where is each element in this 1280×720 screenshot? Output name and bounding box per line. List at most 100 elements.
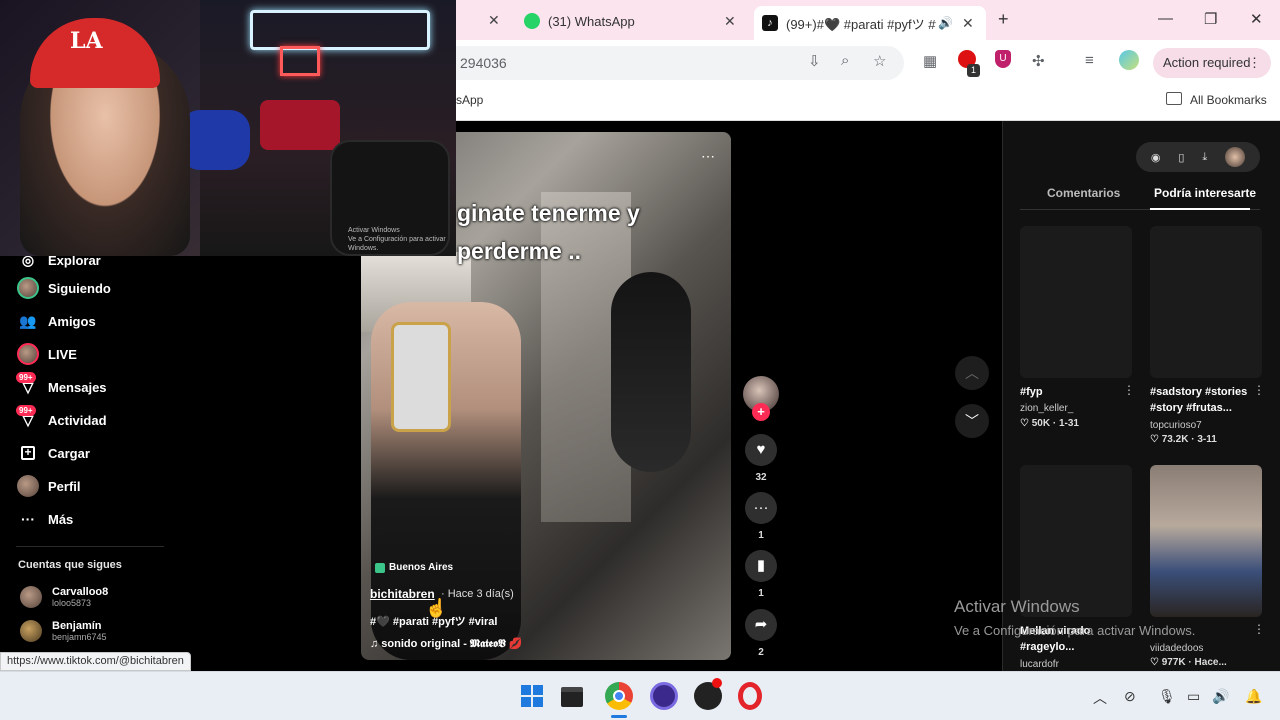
save-action[interactable]: ▮ 1 <box>745 550 777 599</box>
opera-icon[interactable] <box>738 682 762 710</box>
status-bar-url: https://www.tiktok.com/@bichitabren <box>0 652 191 671</box>
heart-icon[interactable]: ♥ <box>745 434 777 466</box>
volume-icon[interactable]: 🔊 <box>1212 688 1229 705</box>
sidebar-item-label: Mensajes <box>48 379 107 395</box>
more-options-icon[interactable]: ⋮ <box>1253 383 1265 397</box>
sidebar-item-mas[interactable]: ··· Más <box>16 507 73 531</box>
more-options-icon[interactable]: ⋮ <box>1253 622 1265 636</box>
sidebar-item-live[interactable]: LIVE <box>16 342 77 366</box>
suggested-video-title[interactable]: #fyp <box>1020 384 1130 400</box>
sidebar-item-label: Más <box>48 511 74 527</box>
red-sofa <box>260 100 340 150</box>
sidebar-item-siguiendo[interactable]: Siguiendo <box>16 276 111 300</box>
suggested-video-thumb[interactable] <box>1020 465 1132 617</box>
sidebar-item-label: Cargar <box>48 445 90 461</box>
more-options-icon[interactable]: ⋯ <box>701 148 715 165</box>
restore-icon[interactable]: ❐ <box>1204 10 1217 28</box>
windows-taskbar: ︿ ⊘ 🎙 ▭ 🔊 🔔 <box>0 671 1280 720</box>
phone-icon[interactable]: ▯ <box>1178 151 1184 164</box>
video-sound[interactable]: ♫ sonido original - 𝕸𝖆𝖙𝖊𝖔𝖁 💋 <box>370 637 523 651</box>
followed-account[interactable]: Carvalloo8 loloo5873 <box>20 586 108 608</box>
sidebar-item-cargar[interactable]: + Cargar <box>16 441 90 465</box>
new-tab-button[interactable]: + <box>998 9 1009 30</box>
share-action[interactable]: ➦ 2 <box>745 609 777 658</box>
location-label: Buenos Aires <box>389 562 454 573</box>
notification-dot <box>712 678 722 688</box>
chevron-down-icon[interactable]: ﹀ <box>955 404 989 438</box>
suggested-video-stats: ♡ 977K · Hace... <box>1150 657 1227 668</box>
more-options-icon[interactable]: ⋮ <box>1123 383 1135 397</box>
chevron-up-icon[interactable]: ︿ <box>1093 688 1107 708</box>
notifications-icon[interactable]: 🔔 <box>1245 688 1262 705</box>
avatar <box>20 620 42 642</box>
windows-activation-title: Activar Windows <box>954 597 1080 616</box>
bookmark-icon[interactable]: ▮ <box>745 550 777 582</box>
reflection-figure <box>611 272 691 472</box>
sidebar-item-mensajes[interactable]: ▽ 99+ Mensajes <box>16 372 107 399</box>
cap-logo-text: LA <box>70 28 103 54</box>
app-icon[interactable] <box>694 678 722 710</box>
suggested-video-thumb[interactable] <box>1150 465 1262 617</box>
sidebar-item-amigos[interactable]: 👥 Amigos <box>16 309 95 333</box>
messages-icon: ▽ 99+ <box>16 372 40 399</box>
display-icon[interactable]: ▭ <box>1187 688 1200 705</box>
suggested-video-author[interactable]: lucardofr <box>1020 659 1059 670</box>
suggested-video-title[interactable]: #sadstory #stories #story #frutas... <box>1150 384 1260 416</box>
suggested-video-author[interactable]: zion_keller_ <box>1020 403 1073 414</box>
network-off-icon[interactable]: ⊘ <box>1124 688 1136 705</box>
comment-action[interactable]: ··· 1 <box>745 492 777 541</box>
install-app-icon[interactable]: ⇩ <box>808 52 821 70</box>
bookmark-star-icon[interactable]: ☆ <box>873 52 886 70</box>
tab-whatsapp[interactable]: (31) WhatsApp ✕ <box>516 6 748 36</box>
qr-code-icon[interactable]: ▦ <box>923 52 937 70</box>
share-icon[interactable]: ➦ <box>745 609 777 641</box>
bookmark-whatsapp[interactable]: sApp <box>456 93 483 107</box>
download-icon[interactable]: ⤓ <box>1202 151 1207 164</box>
tab-podria-interesarte[interactable]: Podría interesarte <box>1154 186 1256 200</box>
suggested-video-thumb[interactable] <box>1020 226 1132 378</box>
sidebar-item-actividad[interactable]: ▽ 99+ Actividad <box>16 405 107 432</box>
zoom-icon[interactable]: ⌕ <box>841 52 849 69</box>
kebab-menu-icon[interactable]: ⋮ <box>1248 48 1261 78</box>
suggested-video-author[interactable]: topcurioso7 <box>1150 420 1202 431</box>
comment-icon[interactable]: ··· <box>745 492 777 524</box>
active-app-indicator <box>611 715 627 718</box>
avatar[interactable] <box>1225 147 1246 167</box>
location-tag[interactable]: Buenos Aires <box>375 562 453 573</box>
all-bookmarks[interactable]: All Bookmarks <box>1190 93 1267 107</box>
address-bar[interactable]: 294036 <box>440 46 904 80</box>
sidebar-item-perfil[interactable]: Perfil <box>16 474 81 498</box>
video-time: · Hace 3 día(s) <box>441 588 514 600</box>
tab-tiktok[interactable]: ♪ (99+)#🖤 #parati #pyfツ #v 🔊 ✕ <box>754 6 986 40</box>
compass-icon[interactable]: ◉ <box>1151 151 1161 164</box>
tab-comentarios[interactable]: Comentarios <box>1047 186 1120 200</box>
extensions-puzzle-icon[interactable]: ✣ <box>1032 52 1045 70</box>
ublock-icon[interactable]: U <box>995 50 1011 68</box>
tab-close-icon[interactable]: ✕ <box>488 12 500 29</box>
friends-icon: 👥 <box>19 312 37 329</box>
suggested-video-author[interactable]: viidadedoos <box>1150 643 1203 654</box>
app-icon[interactable] <box>650 682 678 710</box>
account-name: Benjamín <box>52 620 102 632</box>
file-manager-icon[interactable] <box>561 687 583 707</box>
minimize-icon[interactable]: — <box>1158 10 1173 27</box>
chevron-up-icon[interactable]: ︿ <box>955 356 989 390</box>
suggested-video-thumb[interactable] <box>1150 226 1262 378</box>
media-control-icon[interactable]: ≡ <box>1085 52 1094 69</box>
audio-playing-icon[interactable]: 🔊 <box>938 16 953 30</box>
tab-close-icon[interactable]: ✕ <box>724 13 736 30</box>
tab-close-icon[interactable]: ✕ <box>962 15 974 32</box>
cursor-hand-icon: ☝ <box>425 598 448 618</box>
close-window-icon[interactable]: ✕ <box>1250 10 1263 28</box>
like-action[interactable]: ♥ 32 <box>745 434 777 483</box>
follow-plus-button[interactable]: + <box>752 403 770 421</box>
followed-account[interactable]: Benjamín benjamn6745 <box>20 620 107 642</box>
sidebar-item-label: Siguiendo <box>48 280 111 296</box>
live-icon <box>16 342 40 366</box>
windows-start-icon[interactable] <box>518 682 546 710</box>
active-tab-indicator <box>1150 208 1250 210</box>
action-required-button[interactable]: Action required ⋮ <box>1153 48 1271 78</box>
chrome-icon[interactable] <box>605 682 633 710</box>
microphone-icon[interactable]: 🎙 <box>1158 688 1176 705</box>
profile-avatar-icon[interactable] <box>1119 50 1139 70</box>
